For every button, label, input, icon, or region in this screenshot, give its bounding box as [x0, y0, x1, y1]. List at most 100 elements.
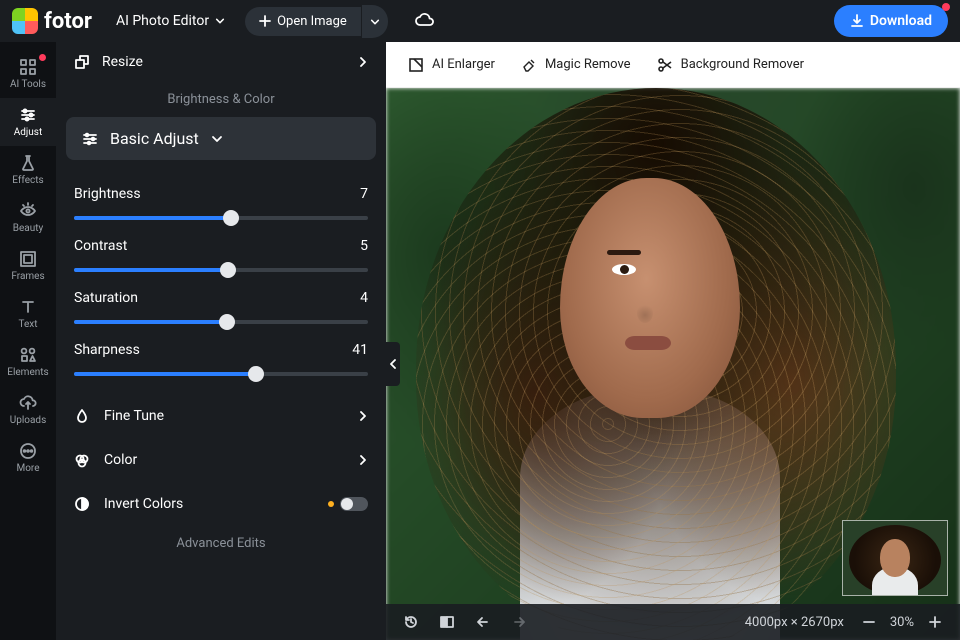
download-label: Download [870, 13, 932, 29]
flask-icon [19, 154, 37, 172]
rail-item-uploads[interactable]: Uploads [0, 386, 56, 434]
rail-label: Text [18, 319, 37, 330]
rail-item-ai-tools[interactable]: AI Tools [0, 50, 56, 98]
cloud-sync-button[interactable] [414, 12, 434, 31]
rail-item-elements[interactable]: Elements [0, 338, 56, 386]
undo-button[interactable] [472, 611, 494, 633]
basic-adjust-row[interactable]: Basic Adjust [66, 117, 376, 160]
navigator-minimap[interactable] [842, 520, 948, 596]
chevron-right-icon [358, 411, 368, 421]
rail-label: AI Tools [10, 79, 46, 90]
download-button[interactable]: Download [834, 5, 948, 37]
logo[interactable]: fotor [12, 8, 92, 34]
slider-value: 4 [360, 290, 368, 306]
sparkle-grid-icon [19, 58, 37, 76]
open-image-more-button[interactable] [362, 5, 388, 38]
eraser-icon [521, 57, 537, 73]
panel-collapse-handle[interactable] [386, 342, 400, 386]
rail-item-beauty[interactable]: Beauty [0, 194, 56, 242]
canvas-area: AI Enlarger Magic Remove Background Remo… [386, 42, 960, 640]
page-title: AI Photo Editor [116, 13, 209, 29]
zoom-out-button[interactable] [858, 611, 880, 633]
chevron-down-icon [215, 16, 225, 26]
arrow-left-icon [475, 614, 491, 630]
rail-item-adjust[interactable]: Adjust [0, 98, 56, 146]
invert-colors-row[interactable]: Invert Colors [56, 482, 386, 526]
quick-action-bar: AI Enlarger Magic Remove Background Remo… [386, 42, 960, 88]
slider-label: Saturation [74, 290, 138, 306]
droplet-icon [74, 408, 90, 424]
rail-label: Elements [7, 367, 48, 378]
slider-label: Sharpness [74, 342, 140, 358]
section-title: Brightness & Color [56, 82, 386, 113]
rail-label: More [16, 463, 39, 474]
plus-icon [928, 615, 942, 629]
quick-bg-remover[interactable]: Background Remover [657, 57, 804, 73]
arrow-right-icon [511, 614, 527, 630]
zoom-value: 30% [890, 615, 914, 630]
fine-tune-label: Fine Tune [104, 408, 344, 424]
new-feature-dot [328, 501, 334, 507]
color-label: Color [104, 452, 344, 468]
text-icon [19, 298, 37, 316]
canvas[interactable]: 4000px × 2670px 30% [386, 88, 960, 640]
zoom-controls: 30% [858, 611, 946, 633]
slider-value: 5 [360, 238, 368, 254]
slider-track-contrast[interactable] [74, 268, 368, 272]
rail-item-more[interactable]: More [0, 434, 56, 482]
slider-brightness: Brightness7 [74, 186, 368, 220]
chevron-down-icon [370, 17, 380, 27]
color-row[interactable]: Color [56, 438, 386, 482]
rail-label: Effects [12, 175, 43, 186]
quick-magic-remove[interactable]: Magic Remove [521, 57, 631, 73]
resize-label: Resize [102, 54, 346, 70]
cloud-icon [414, 13, 434, 27]
rail-label: Beauty [13, 223, 44, 234]
compare-icon [439, 614, 455, 630]
compare-button[interactable] [436, 611, 458, 633]
fine-tune-row[interactable]: Fine Tune [56, 394, 386, 438]
download-icon [850, 14, 864, 28]
quick-label: AI Enlarger [432, 57, 495, 72]
rail-item-frames[interactable]: Frames [0, 242, 56, 290]
sliders-group: Brightness7 Contrast5 Saturation4 Sharpn… [56, 164, 386, 394]
resize-icon [74, 54, 90, 70]
open-image-button[interactable]: Open Image [245, 7, 361, 36]
upload-cloud-icon [19, 394, 37, 412]
resize-row[interactable]: Resize [56, 42, 386, 82]
chevron-right-icon [358, 455, 368, 465]
adjust-panel: Resize Brightness & Color Basic Adjust B… [56, 42, 386, 640]
plus-icon [259, 15, 271, 27]
open-image-group: Open Image [245, 5, 388, 38]
page-title-dropdown[interactable]: AI Photo Editor [116, 13, 225, 29]
redo-button[interactable] [508, 611, 530, 633]
slider-track-brightness[interactable] [74, 216, 368, 220]
nav-rail: AI Tools Adjust Effects Beauty Frames Te… [0, 42, 56, 640]
more-icon [19, 442, 37, 460]
top-bar: fotor AI Photo Editor Open Image Downloa… [0, 0, 960, 42]
sliders-icon [82, 131, 98, 147]
color-icon [74, 452, 90, 468]
slider-value: 7 [360, 186, 368, 202]
chevron-right-icon [358, 57, 368, 67]
slider-saturation: Saturation 4 [74, 290, 368, 324]
quick-ai-enlarger[interactable]: AI Enlarger [408, 57, 495, 73]
shapes-icon [19, 346, 37, 364]
slider-track-saturation[interactable] [74, 320, 368, 324]
enlarge-icon [408, 57, 424, 73]
zoom-in-button[interactable] [924, 611, 946, 633]
rail-item-effects[interactable]: Effects [0, 146, 56, 194]
minus-icon [862, 615, 876, 629]
rail-item-text[interactable]: Text [0, 290, 56, 338]
rail-label: Uploads [10, 415, 46, 426]
logo-mark-icon [12, 8, 38, 34]
basic-adjust-label: Basic Adjust [110, 129, 199, 148]
contrast-icon [74, 496, 90, 512]
rail-label: Frames [11, 271, 44, 282]
slider-track-sharpness[interactable] [74, 372, 368, 376]
history-button[interactable] [400, 611, 422, 633]
invert-toggle-wrap [328, 497, 368, 511]
invert-toggle[interactable] [340, 497, 368, 511]
advanced-section-title: Advanced Edits [56, 526, 386, 557]
quick-label: Magic Remove [545, 57, 631, 72]
